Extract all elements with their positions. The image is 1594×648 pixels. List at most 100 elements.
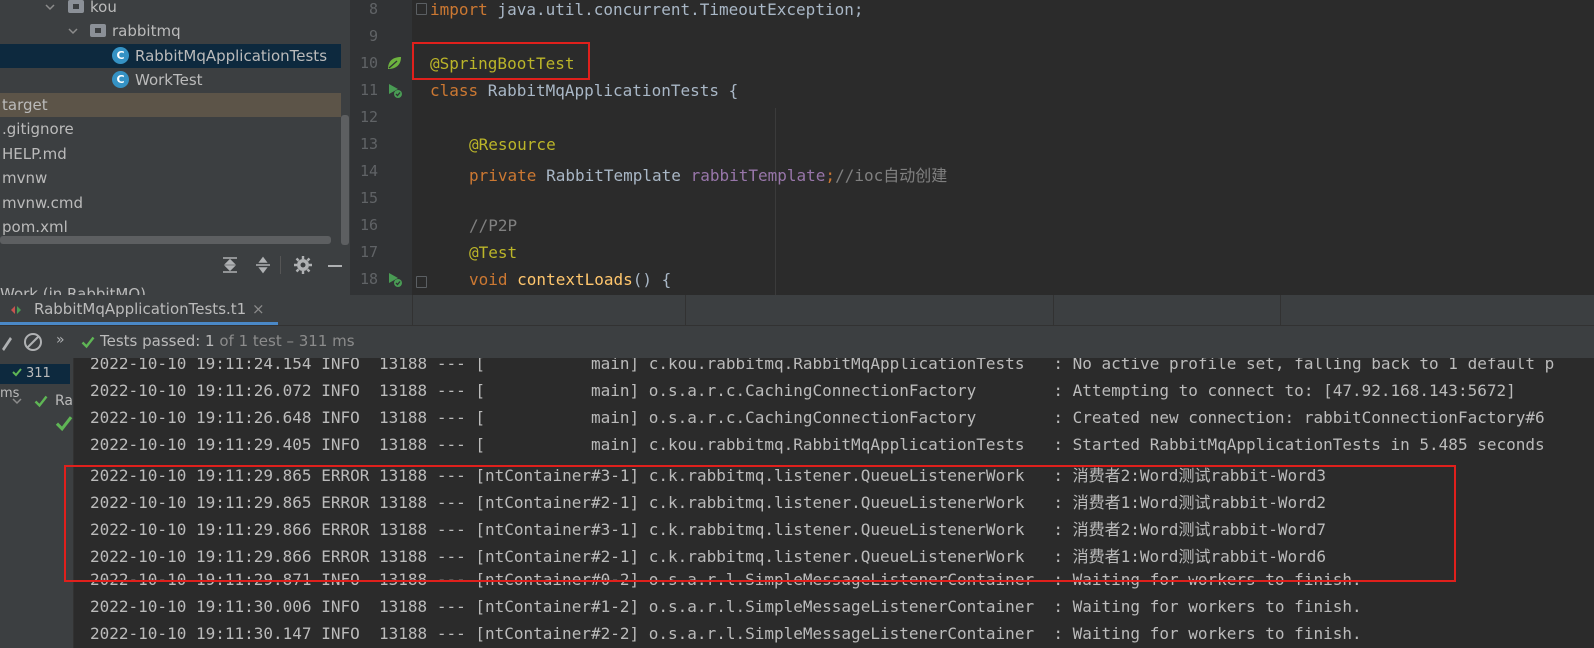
log-level: INFO [321, 624, 360, 643]
line-number: 16 [359, 216, 378, 234]
tree-item-kou[interactable]: kou [0, 0, 341, 19]
tree-item-gitignore[interactable]: .gitignore [0, 117, 341, 141]
log-thread: [ main] [475, 408, 640, 427]
line-number: 12 [359, 108, 378, 126]
tree-item-pom-xml[interactable]: pom.xml [0, 215, 341, 236]
cancel-icon[interactable] [22, 331, 44, 353]
log-date: 2022-10-10 [90, 381, 187, 400]
log-pid: 13188 [379, 358, 428, 373]
log-logger: o.s.a.r.l.SimpleMessageListenerContainer [648, 597, 1044, 616]
tree-item-label: WorkTest [135, 71, 203, 89]
test-results-tree: 311 ms Ra [0, 358, 74, 648]
tree-item-label: target [2, 96, 48, 114]
log-logger: c.kou.rabbitmq.RabbitMqApplicationTests [648, 358, 1044, 373]
line-number: 11 [359, 81, 378, 99]
tree-item-label: .gitignore [2, 120, 74, 138]
fold-marker-icon[interactable] [416, 3, 427, 15]
tree-item-label: mvnw [2, 169, 48, 187]
log-date: 2022-10-10 [90, 435, 187, 454]
tree-item-label: mvnw.cmd [2, 194, 84, 212]
tree-item-target[interactable]: target [0, 93, 341, 117]
line-number: 14 [359, 162, 378, 180]
line-number: 18 [359, 270, 378, 288]
chevron-down-icon[interactable] [68, 26, 78, 36]
spring-bean-icon[interactable] [385, 54, 403, 72]
tree-horizontal-scrollbar[interactable] [0, 236, 331, 244]
log-date: 2022-10-10 [90, 408, 187, 427]
tree-item-mvnw[interactable]: mvnw [0, 166, 341, 190]
log-message: : Created new connection: rabbitConnecti… [1053, 408, 1545, 427]
tree-item-label: kou [90, 0, 117, 16]
tree-vertical-scrollbar[interactable] [341, 115, 349, 245]
expand-all-icon[interactable] [219, 254, 241, 276]
log-time: 19:11:26.648 [195, 408, 312, 427]
log-thread: [ main] [475, 435, 640, 454]
class-icon: C [112, 71, 129, 88]
highlight-box-errors [64, 465, 1456, 582]
gear-icon[interactable] [292, 254, 314, 276]
log-time: 19:11:29.405 [195, 435, 312, 454]
log-separator: --- [436, 624, 466, 643]
tab-separator [1053, 295, 1054, 325]
folder-icon [68, 0, 84, 13]
line-number: 15 [359, 189, 378, 207]
log-time: 19:11:30.006 [195, 597, 312, 616]
run-tab[interactable]: RabbitMqApplicationTests.t1 × [0, 295, 278, 325]
log-level: INFO [321, 435, 360, 454]
log-message: : Started RabbitMqApplicationTests in 5.… [1053, 435, 1545, 454]
test-root-item[interactable]: 311 ms [0, 364, 70, 401]
tree-item-rabbitmq-application-tests[interactable]: C RabbitMqApplicationTests [0, 44, 341, 68]
log-level: INFO [321, 597, 360, 616]
log-thread: [ntContainer#1-2] [475, 597, 640, 616]
tree-item-mvnw-cmd[interactable]: mvnw.cmd [0, 191, 341, 215]
code-line-17: @Test [469, 243, 518, 262]
tree-item-label: RabbitMqApplicationTests [135, 47, 328, 65]
edit-icon[interactable] [0, 331, 14, 353]
class-icon: C [112, 47, 129, 64]
console-line: 2022-10-10 19:11:26.648 INFO 13188 --- [… [90, 408, 1545, 427]
close-icon[interactable]: × [252, 300, 265, 318]
fold-marker-icon[interactable] [416, 276, 427, 288]
tree-item-label: HELP.md [2, 145, 67, 163]
log-level: INFO [321, 408, 360, 427]
run-test-icon[interactable] [385, 81, 403, 99]
minimize-icon[interactable] [324, 254, 346, 276]
line-number: 8 [368, 0, 378, 18]
check-icon [34, 395, 48, 408]
log-message: : Attempting to connect to: [47.92.168.1… [1053, 381, 1516, 400]
code-line-13: @Resource [469, 135, 556, 154]
tree-toolbar [0, 250, 350, 280]
log-date: 2022-10-10 [90, 358, 187, 373]
log-pid: 13188 [379, 597, 428, 616]
console-line: 2022-10-10 19:11:29.405 INFO 13188 --- [… [90, 435, 1545, 454]
tab-separator [685, 295, 686, 325]
run-test-icon[interactable] [385, 270, 403, 288]
check-icon [55, 416, 73, 432]
console-line: 2022-10-10 19:11:30.147 INFO 13188 --- [… [90, 624, 1362, 643]
chevron-down-icon[interactable] [45, 2, 55, 12]
tree-item-worktest[interactable]: C WorkTest [0, 68, 341, 92]
more-icon[interactable]: » [56, 332, 65, 348]
chevron-down-icon[interactable] [12, 396, 22, 406]
log-separator: --- [436, 597, 466, 616]
log-time: 19:11:24.154 [195, 358, 312, 373]
tab-separator [412, 295, 413, 325]
log-message: : Waiting for workers to finish. [1053, 597, 1362, 616]
log-separator: --- [436, 381, 466, 400]
log-pid: 13188 [379, 624, 428, 643]
tree-item-label: rabbitmq [112, 22, 181, 40]
log-level: INFO [321, 358, 360, 373]
log-time: 19:11:30.147 [195, 624, 312, 643]
tab-separator [1280, 295, 1281, 325]
collapse-all-icon[interactable] [252, 254, 274, 276]
tree-item-help-md[interactable]: HELP.md [0, 142, 341, 166]
log-separator: --- [436, 408, 466, 427]
code-line-18: void contextLoads() { [469, 270, 672, 289]
tree-item-rabbitmq[interactable]: rabbitmq [0, 19, 341, 43]
log-separator: --- [436, 358, 466, 373]
log-message: : No active profile set, falling back to… [1053, 358, 1555, 373]
log-logger: o.s.a.r.c.CachingConnectionFactory [648, 408, 1044, 427]
active-tab-indicator [0, 322, 278, 325]
log-time: 19:11:26.072 [195, 381, 312, 400]
line-number: 9 [368, 27, 378, 45]
